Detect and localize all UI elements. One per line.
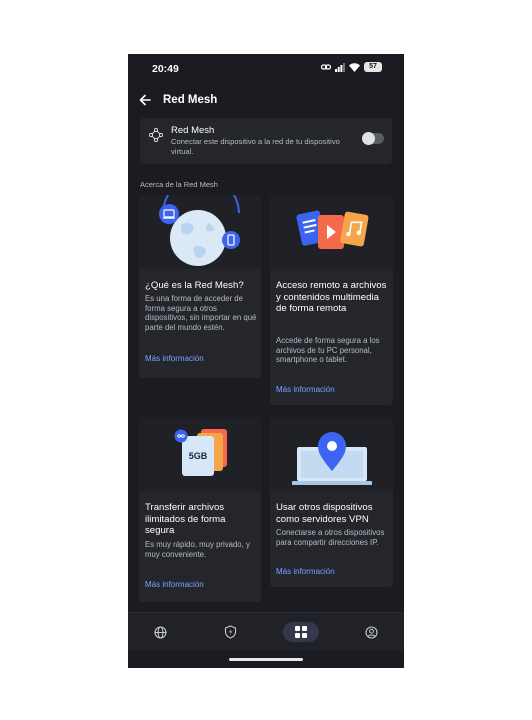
phone-screen: 20:49 57 Red Mesh Red Mesh Conectar este…: [128, 54, 404, 668]
status-icons: 57: [321, 62, 382, 72]
status-bar: 20:49 57: [128, 54, 404, 84]
card-description: Conectarse a otros dispositivos para com…: [276, 528, 385, 547]
globe-icon: [153, 625, 167, 639]
laptop-location-icon: [292, 432, 372, 485]
mesh-toggle-row[interactable]: Red Mesh Conectar este dispositivo a la …: [140, 118, 392, 164]
globe-devices-icon: [159, 195, 240, 266]
card-description: Es una forma de acceder de forma segura …: [145, 294, 257, 332]
bottom-nav: [128, 612, 404, 650]
mesh-toggle-title: Red Mesh: [171, 125, 215, 136]
toggle-knob: [362, 132, 375, 145]
nav-protection[interactable]: [212, 622, 248, 642]
card-illustration-transfer: 5GB: [139, 417, 261, 491]
card-title: Acceso remoto a archivos y contenidos mu…: [276, 280, 387, 314]
nav-grid[interactable]: [283, 622, 319, 642]
card-title: Transferir archivos ilimitados de forma …: [145, 502, 226, 536]
page-title: Red Mesh: [163, 94, 218, 106]
signal-icon: [335, 62, 345, 72]
more-info-link[interactable]: Más información: [145, 580, 204, 589]
card-illustration-files: [270, 195, 393, 269]
more-info-link[interactable]: Más información: [276, 385, 335, 394]
card-illustration-globe: [139, 195, 261, 269]
card-vpn-servers: Usar otros dispositivos como servidores …: [270, 417, 393, 587]
file-size-badge: 5GB: [188, 451, 208, 461]
back-arrow-icon[interactable]: [138, 93, 152, 107]
card-description: Accede de forma segura a los archivos de…: [276, 336, 380, 365]
card-title: Usar otros dispositivos como servidores …: [276, 502, 373, 525]
more-info-link[interactable]: Más información: [276, 567, 335, 576]
card-description: Es muy rápido, muy privado, y muy conven…: [145, 540, 250, 559]
mesh-toggle-switch[interactable]: [362, 132, 384, 145]
card-title: ¿Qué es la Red Mesh?: [145, 280, 244, 291]
card-what-is-mesh: ¿Qué es la Red Mesh? Es una forma de acc…: [139, 195, 261, 378]
nav-profile[interactable]: [353, 622, 389, 642]
mesh-toggle-description: Conectar este dispositivo a la red de tu…: [171, 137, 340, 156]
battery-icon: 57: [364, 62, 382, 72]
media-files-icon: [296, 210, 369, 249]
profile-icon: [364, 625, 378, 639]
section-title: Acerca de la Red Mesh: [140, 180, 218, 189]
home-indicator[interactable]: [229, 658, 303, 661]
card-remote-access: Acceso remoto a archivos y contenidos mu…: [270, 195, 393, 405]
card-transfer-files: 5GB Transferir archivos ilimitados de fo…: [139, 417, 261, 602]
shield-bolt-icon: [224, 625, 236, 639]
status-time: 20:49: [152, 63, 179, 75]
nav-globe[interactable]: [142, 622, 178, 642]
more-info-link[interactable]: Más información: [145, 354, 204, 363]
link-icon: [321, 64, 331, 70]
wifi-icon: [349, 62, 360, 72]
grid-icon: [295, 626, 307, 638]
mesh-network-icon: [149, 128, 163, 142]
app-bar: Red Mesh: [128, 90, 404, 116]
card-illustration-vpn: [270, 417, 393, 491]
